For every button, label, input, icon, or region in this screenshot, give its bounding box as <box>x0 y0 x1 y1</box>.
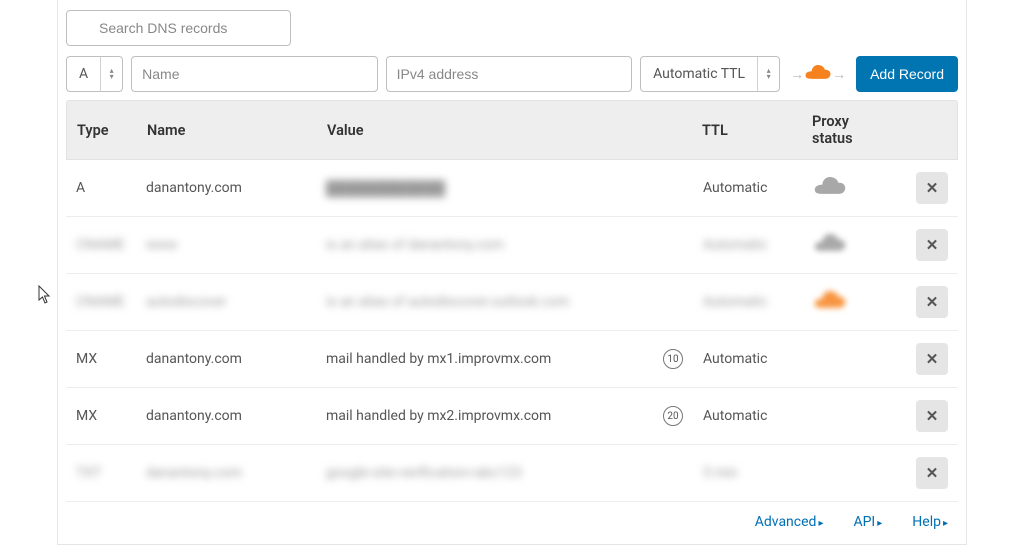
search-input[interactable] <box>66 10 291 46</box>
cell-name: danantony.com <box>136 168 316 208</box>
cell-type: CNAME <box>66 282 136 322</box>
cell-name: danantony.com <box>136 453 316 493</box>
advanced-link[interactable]: Advanced▸ <box>755 514 824 530</box>
stepper-icon: ▴▾ <box>100 57 122 91</box>
table-row[interactable]: TXTdanantony.comgoogle-site-verification… <box>66 445 958 502</box>
record-name-input[interactable] <box>131 56 377 92</box>
delete-button[interactable]: ✕ <box>916 172 948 204</box>
cell-proxy <box>803 279 903 325</box>
proxy-toggle[interactable]: → → <box>788 65 848 83</box>
cell-proxy <box>803 404 903 428</box>
cursor-icon <box>38 285 52 309</box>
cell-name: autodiscover <box>136 282 316 322</box>
column-header-name: Name <box>137 101 317 159</box>
delete-button[interactable]: ✕ <box>916 457 948 489</box>
column-header-proxy: Proxy status <box>802 101 902 159</box>
table-row[interactable]: CNAMEautodiscoveris an alias of autodisc… <box>66 274 958 331</box>
ttl-label: Automatic TTL <box>641 57 757 91</box>
priority-badge: 10 <box>663 349 683 369</box>
delete-button[interactable]: ✕ <box>916 400 948 432</box>
help-link[interactable]: Help▸ <box>912 514 948 530</box>
api-link[interactable]: API▸ <box>853 514 882 530</box>
table-row[interactable]: Adanantony.com████████████Automatic ✕ <box>66 160 958 217</box>
cell-proxy <box>803 347 903 371</box>
add-record-button[interactable]: Add Record <box>856 56 958 92</box>
cell-value: is an alias of autodiscover.outlook.com <box>316 282 693 322</box>
table-row[interactable]: MXdanantony.commail handled by mx1.impro… <box>66 331 958 388</box>
ttl-select[interactable]: Automatic TTL ▴▾ <box>640 56 780 92</box>
record-type-label: A <box>67 57 100 91</box>
cell-ttl: Automatic <box>693 168 803 208</box>
dns-table: Type Name Value TTL Proxy status Adanant… <box>66 100 958 502</box>
chevron-right-icon: ▸ <box>818 518 823 529</box>
proxy-status-icon[interactable] <box>813 177 847 199</box>
chevron-right-icon: ▸ <box>877 518 882 529</box>
record-value-input[interactable] <box>386 56 632 92</box>
delete-button[interactable]: ✕ <box>916 229 948 261</box>
cell-value: is an alias of danantony.com <box>316 225 693 265</box>
cell-value: google-site-verification=abc123 <box>316 453 693 493</box>
cell-type: MX <box>66 396 136 436</box>
table-row[interactable]: MXdanantony.commail handled by mx2.impro… <box>66 388 958 445</box>
cell-proxy <box>803 461 903 485</box>
record-type-select[interactable]: A ▴▾ <box>66 56 123 92</box>
cell-ttl: 5 min <box>693 453 803 493</box>
cell-ttl: Automatic <box>693 339 803 379</box>
priority-badge: 20 <box>663 406 683 426</box>
delete-button[interactable]: ✕ <box>916 286 948 318</box>
cell-type: TXT <box>66 453 136 493</box>
cell-type: A <box>66 168 136 208</box>
delete-button[interactable]: ✕ <box>916 343 948 375</box>
cell-type: CNAME <box>66 225 136 265</box>
cell-ttl: Automatic <box>693 396 803 436</box>
cell-type: MX <box>66 339 136 379</box>
table-row[interactable]: CNAMEwwwis an alias of danantony.comAuto… <box>66 217 958 274</box>
stepper-icon: ▴▾ <box>757 57 779 91</box>
proxy-status-icon[interactable] <box>813 234 847 256</box>
proxy-status-icon[interactable] <box>813 291 847 313</box>
column-header-ttl: TTL <box>692 101 802 159</box>
cell-name: danantony.com <box>136 339 316 379</box>
cell-ttl: Automatic <box>693 225 803 265</box>
cell-proxy <box>803 165 903 211</box>
cell-proxy <box>803 222 903 268</box>
cell-ttl: Automatic <box>693 282 803 322</box>
cell-name: danantony.com <box>136 396 316 436</box>
cell-value: ████████████ <box>316 168 693 209</box>
column-header-type: Type <box>67 101 137 159</box>
table-header-row: Type Name Value TTL Proxy status <box>66 100 958 160</box>
cell-value: mail handled by mx1.improvmx.com10 <box>316 337 693 381</box>
chevron-right-icon: ▸ <box>943 518 948 529</box>
cell-name: www <box>136 225 316 265</box>
column-header-value: Value <box>317 101 692 159</box>
cell-value: mail handled by mx2.improvmx.com20 <box>316 394 693 438</box>
